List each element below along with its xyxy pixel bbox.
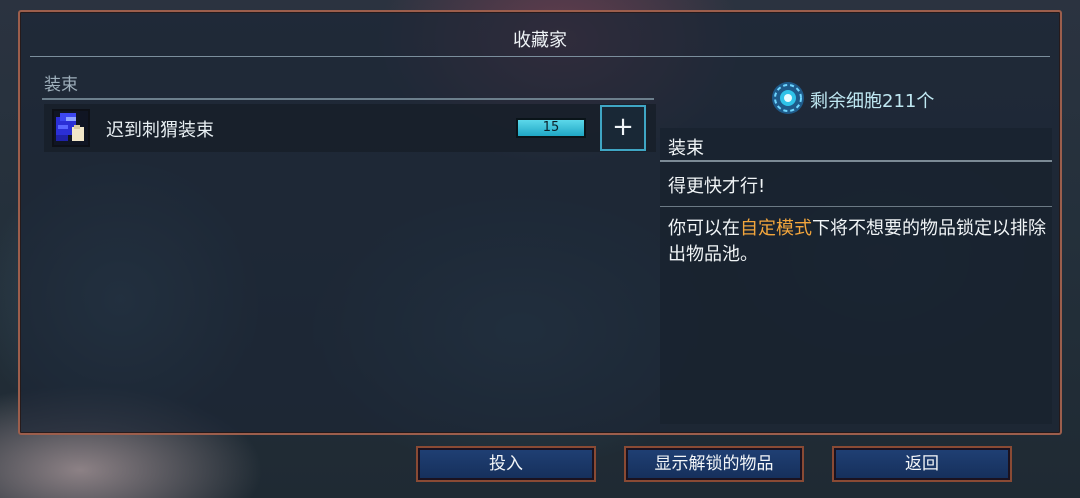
list-category-label: 装束 — [44, 75, 78, 95]
item-level-value: 15 — [542, 120, 560, 135]
collector-panel: 收藏家 装束 迟到刺猬装束 15 + 剩余细胞211个 装束 得更快才行! 你可… — [18, 10, 1062, 435]
item-level-bar: 15 — [516, 118, 586, 138]
detail-subtitle: 得更快才行! — [668, 176, 766, 197]
item-detail-panel: 装束 得更快才行! 你可以在自定模式下将不想要的物品锁定以排除出物品池。 — [660, 128, 1052, 424]
list-item[interactable]: 迟到刺猬装束 15 + — [44, 104, 656, 152]
back-button[interactable]: 返回 — [834, 448, 1010, 480]
detail-description: 你可以在自定模式下将不想要的物品锁定以排除出物品池。 — [668, 216, 1048, 268]
cells-remaining: 剩余细胞211个 — [810, 91, 935, 112]
outfit-icon — [52, 109, 90, 147]
invest-button[interactable]: 投入 — [418, 448, 594, 480]
detail-category: 装束 — [668, 138, 704, 159]
detail-divider-2 — [660, 206, 1052, 207]
desc-text-pre: 你可以在 — [668, 218, 740, 239]
title-divider — [30, 56, 1050, 57]
detail-divider — [660, 160, 1052, 162]
show-unlocked-button[interactable]: 显示解锁的物品 — [626, 448, 802, 480]
panel-title: 收藏家 — [513, 30, 567, 51]
custom-mode-link: 自定模式 — [740, 218, 812, 239]
cell-icon — [772, 82, 804, 114]
list-divider — [42, 98, 654, 100]
item-name: 迟到刺猬装束 — [106, 120, 214, 141]
add-button[interactable]: + — [600, 105, 646, 151]
